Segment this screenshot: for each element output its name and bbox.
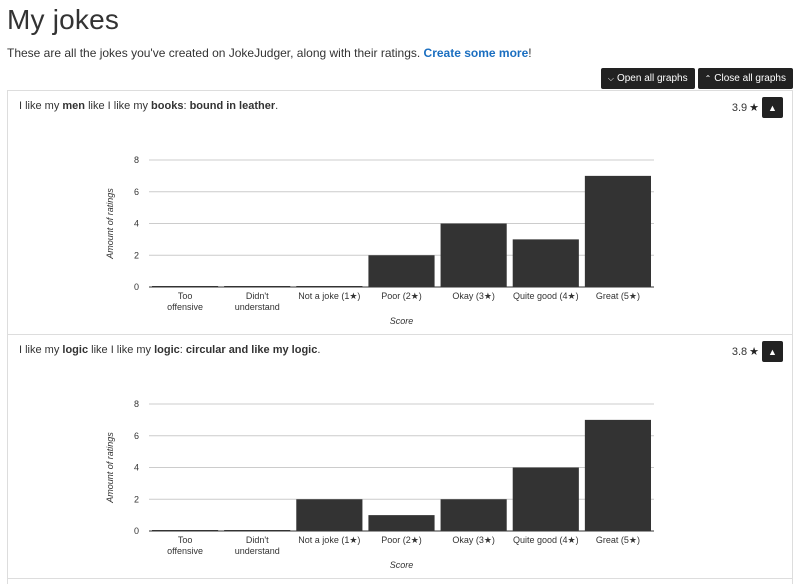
y-tick-label: 4 xyxy=(134,219,139,229)
close-all-label: Close all graphs xyxy=(714,73,786,84)
y-tick-label: 8 xyxy=(134,155,139,165)
joke-panel: I like my men like I like my books: boun… xyxy=(7,90,793,335)
bar xyxy=(152,286,219,287)
intro-suffix: ! xyxy=(528,46,532,60)
intro-text: These are all the jokes you've created o… xyxy=(7,46,532,60)
bar xyxy=(152,530,219,531)
chevron-down-icon: ⌵ xyxy=(607,73,614,83)
bar xyxy=(368,255,435,287)
bar xyxy=(584,419,651,531)
rating-chart: 0 2 4 6 8 Amount of ratings Too offensive Didn't… xyxy=(105,155,654,326)
x-tick-label: Okay (3★) xyxy=(452,535,495,545)
x-tick-label: Too offensive xyxy=(167,291,203,312)
bar xyxy=(296,286,363,287)
y-tick-label: 2 xyxy=(134,494,139,504)
x-tick-label: Not a joke (1★) xyxy=(298,535,360,545)
x-tick-label: Poor (2★) xyxy=(381,535,422,545)
x-tick-label: Okay (3★) xyxy=(452,291,495,301)
y-tick-label: 0 xyxy=(134,526,139,536)
x-tick-label: Great (5★) xyxy=(596,291,640,301)
graph-toolbar: ⌵ Open all graphs ⌃ Close all graphs xyxy=(600,68,793,89)
y-tick-label: 6 xyxy=(134,431,139,441)
y-axis-label: Amount of ratings xyxy=(105,432,115,504)
bar xyxy=(296,499,363,531)
bar xyxy=(224,530,291,531)
chevron-up-icon: ⌃ xyxy=(704,74,712,83)
bar xyxy=(584,175,651,287)
x-axis-label: Score xyxy=(390,560,414,570)
open-all-label: Open all graphs xyxy=(616,73,688,84)
open-all-graphs-button[interactable]: ⌵ Open all graphs xyxy=(600,68,695,89)
bar xyxy=(224,286,291,287)
close-all-graphs-button[interactable]: ⌃ Close all graphs xyxy=(697,68,793,89)
bar xyxy=(512,467,579,531)
create-more-link[interactable]: Create some more xyxy=(424,46,529,60)
bar xyxy=(368,515,435,531)
rating-chart: 0 2 4 6 8 Amount of ratings Too offensive Didn't… xyxy=(105,399,654,570)
x-tick-label: Great (5★) xyxy=(596,535,640,545)
x-axis-label: Score xyxy=(390,316,414,326)
x-tick-label: Didn't understand xyxy=(235,291,280,312)
joke-panel-partial xyxy=(7,578,793,584)
x-tick-label: Not a joke (1★) xyxy=(298,291,360,301)
x-tick-label: Too offensive xyxy=(167,535,203,556)
x-tick-label: Quite good (4★) xyxy=(513,291,579,301)
y-tick-label: 6 xyxy=(134,187,139,197)
x-tick-label: Quite good (4★) xyxy=(513,535,579,545)
bar xyxy=(512,239,579,287)
joke-panel: I like my logic like I like my logic: ci… xyxy=(7,334,793,579)
y-axis-label: Amount of ratings xyxy=(105,188,115,260)
bar xyxy=(440,499,507,531)
x-tick-label: Didn't understand xyxy=(235,535,280,556)
page-title: My jokes xyxy=(7,4,120,35)
y-tick-label: 4 xyxy=(134,463,139,473)
intro-prefix: These are all the jokes you've created o… xyxy=(7,46,424,60)
y-tick-label: 0 xyxy=(134,282,139,292)
bar xyxy=(440,223,507,287)
x-tick-label: Poor (2★) xyxy=(381,291,422,301)
y-tick-label: 2 xyxy=(134,250,139,260)
y-tick-label: 8 xyxy=(134,399,139,409)
